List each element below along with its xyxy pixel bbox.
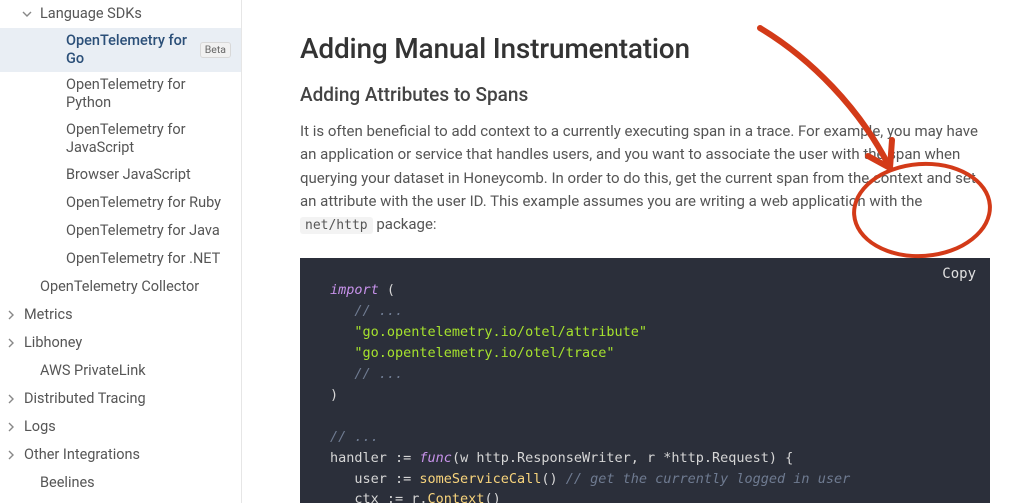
sidebar-item-otel-js[interactable]: OpenTelemetry for JavaScript	[0, 117, 241, 161]
beta-badge: Beta	[200, 42, 231, 58]
code-content: import ( // ... "go.opentelemetry.io/ote…	[300, 268, 990, 503]
sidebar-item-aws-privatelink[interactable]: AWS PrivateLink	[0, 357, 241, 385]
sidebar-item-label: Logs	[24, 418, 231, 436]
sidebar-item-label: OpenTelemetry for Ruby	[66, 194, 231, 212]
sidebar-group-language-sdks[interactable]: Language SDKs	[0, 0, 241, 28]
sidebar-group-work-with-your-data[interactable]: Work with Your Data	[0, 497, 241, 503]
sidebar-group-logs[interactable]: Logs	[0, 413, 241, 441]
sidebar-group-distributed-tracing[interactable]: Distributed Tracing	[0, 385, 241, 413]
page-heading: Adding Manual Instrumentation	[300, 32, 990, 65]
sidebar-item-label: Beelines	[40, 474, 231, 492]
sidebar: Language SDKs OpenTelemetry for Go Beta …	[0, 0, 242, 503]
sidebar-item-label: Distributed Tracing	[24, 390, 231, 408]
main-content: Adding Manual Instrumentation Adding Att…	[242, 0, 1024, 503]
inline-code: net/http	[300, 217, 373, 234]
chevron-right-icon	[4, 394, 18, 404]
sidebar-item-otel-ruby[interactable]: OpenTelemetry for Ruby	[0, 189, 241, 217]
chevron-right-icon	[4, 338, 18, 348]
chevron-right-icon	[4, 310, 18, 320]
chevron-right-icon	[4, 450, 18, 460]
sidebar-item-label: AWS PrivateLink	[40, 362, 231, 380]
sidebar-group-other-integrations[interactable]: Other Integrations	[0, 441, 241, 469]
sidebar-item-label: Metrics	[24, 306, 231, 324]
copy-button[interactable]: Copy	[942, 266, 976, 282]
sidebar-item-label: Browser JavaScript	[66, 166, 231, 184]
sidebar-item-label: OpenTelemetry for Java	[66, 222, 231, 240]
sidebar-item-beelines[interactable]: Beelines	[0, 469, 241, 497]
text: It is often beneficial to add context to…	[300, 122, 978, 210]
sidebar-item-label: OpenTelemetry for .NET	[66, 250, 231, 268]
sidebar-item-otel-dotnet[interactable]: OpenTelemetry for .NET	[0, 245, 241, 273]
sidebar-item-label: OpenTelemetry for Go	[66, 32, 190, 68]
sidebar-item-label: OpenTelemetry for JavaScript	[66, 121, 231, 157]
sidebar-item-otel-python[interactable]: OpenTelemetry for Python	[0, 72, 241, 116]
sidebar-item-browser-js[interactable]: Browser JavaScript	[0, 161, 241, 189]
chevron-down-icon	[20, 9, 34, 19]
code-block: Copy import ( // ... "go.opentelemetry.i…	[300, 258, 990, 503]
sidebar-item-otel-collector[interactable]: OpenTelemetry Collector	[0, 273, 241, 301]
sidebar-item-otel-java[interactable]: OpenTelemetry for Java	[0, 217, 241, 245]
text: package:	[376, 215, 436, 233]
sidebar-item-label: Other Integrations	[24, 446, 231, 464]
section-heading: Adding Attributes to Spans	[300, 83, 990, 106]
sidebar-group-libhoney[interactable]: Libhoney	[0, 329, 241, 357]
sidebar-item-label: OpenTelemetry Collector	[40, 278, 231, 296]
sidebar-item-label: OpenTelemetry for Python	[66, 76, 231, 112]
sidebar-item-otel-go[interactable]: OpenTelemetry for Go Beta	[0, 28, 241, 72]
sidebar-item-label: Libhoney	[24, 334, 231, 352]
sidebar-group-metrics[interactable]: Metrics	[0, 301, 241, 329]
section-paragraph: It is often beneficial to add context to…	[300, 120, 990, 236]
chevron-right-icon	[4, 422, 18, 432]
sidebar-item-label: Language SDKs	[40, 5, 231, 23]
